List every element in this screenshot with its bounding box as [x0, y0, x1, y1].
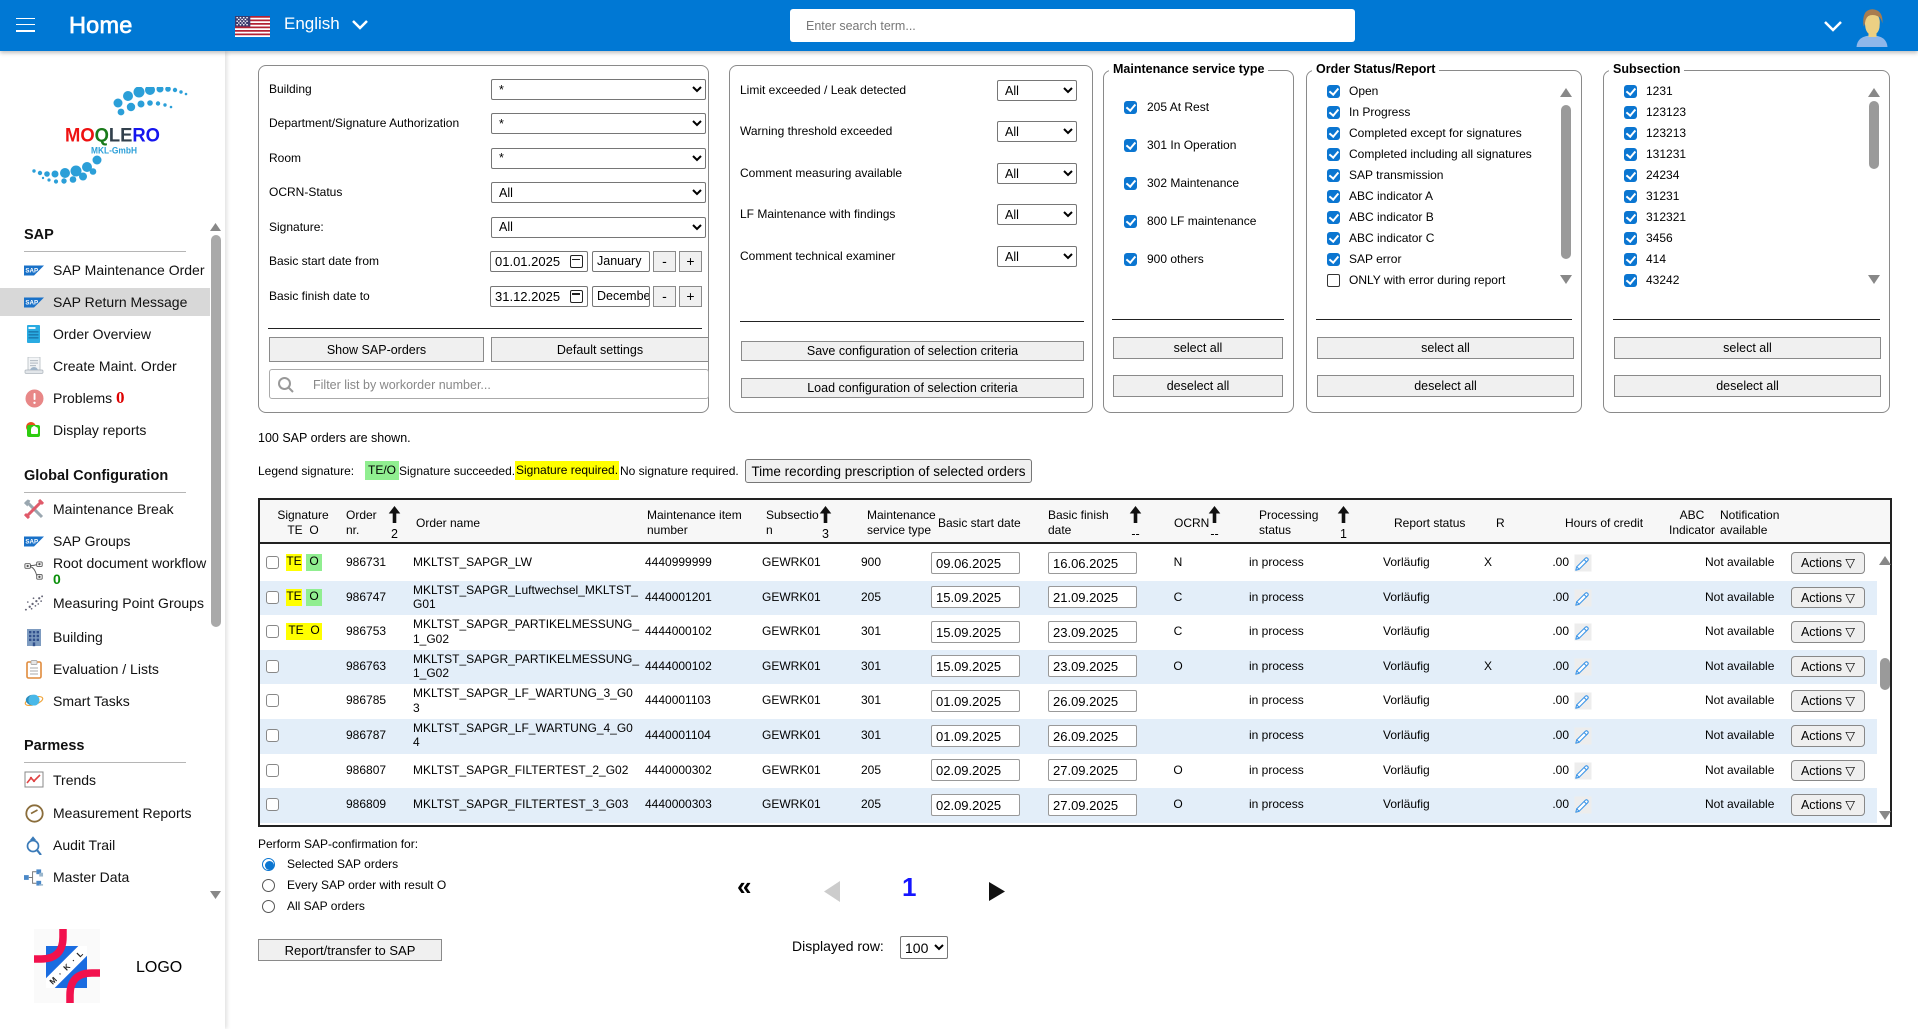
svg-text:SAP: SAP [25, 267, 38, 274]
svg-text:SAP: SAP [25, 299, 38, 306]
svg-text:MOQLERO: MOQLERO [65, 126, 160, 147]
svg-text:SAP: SAP [25, 538, 38, 545]
svg-text:MKL-GmbH: MKL-GmbH [91, 146, 137, 156]
